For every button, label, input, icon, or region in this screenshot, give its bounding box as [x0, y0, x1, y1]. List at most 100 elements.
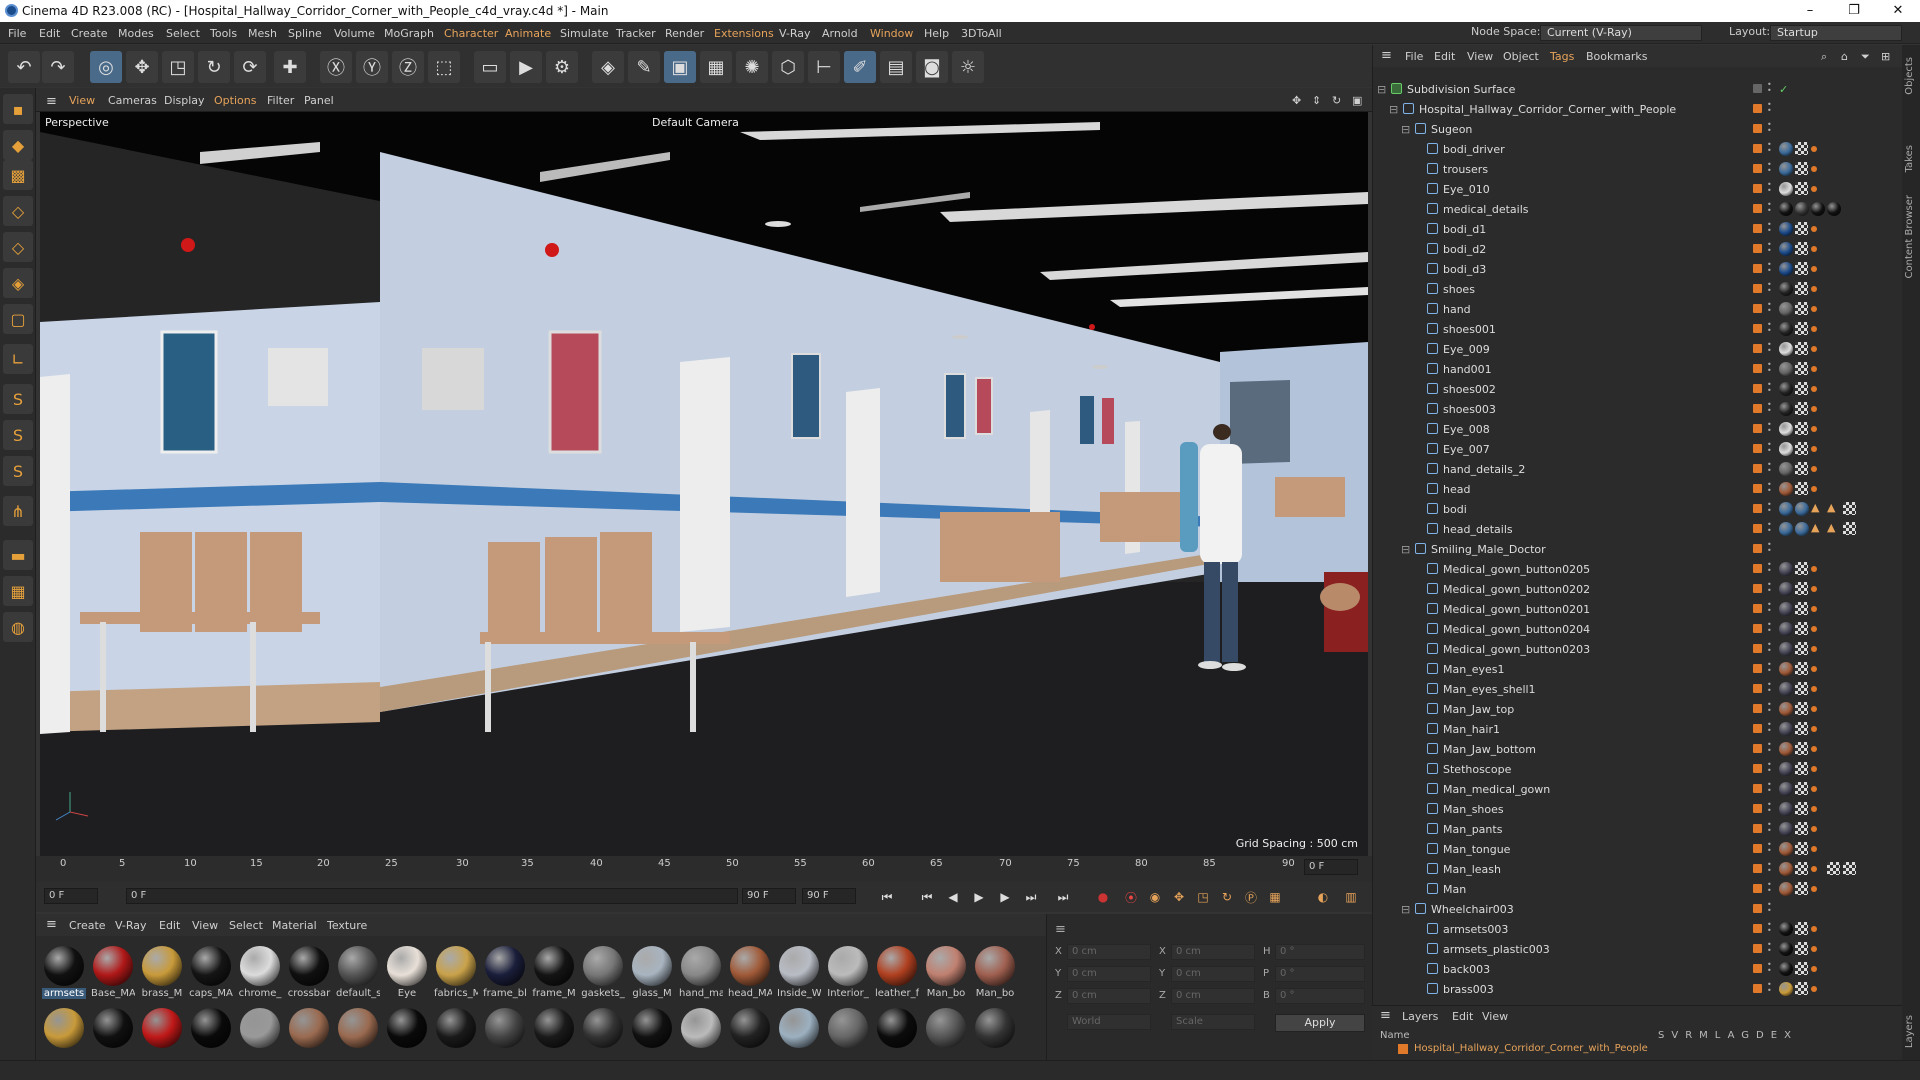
texture-tag-icon[interactable]	[1795, 242, 1808, 255]
vray-tag-icon[interactable]	[1811, 386, 1817, 392]
visibility-dots-icon[interactable]: • •	[1767, 221, 1772, 236]
material-swatch[interactable]: head_MA	[728, 944, 772, 1002]
material-tag-icon[interactable]	[1795, 502, 1809, 516]
vray-tag-icon[interactable]	[1811, 586, 1817, 592]
make-editable-icon[interactable]: ▪	[3, 94, 33, 124]
material-tag-icon[interactable]	[1779, 562, 1793, 576]
material-tag-icon[interactable]	[1779, 882, 1793, 896]
visibility-dots-icon[interactable]: • •	[1767, 981, 1772, 996]
object-row[interactable]: back003 • •	[1373, 959, 1903, 979]
material-tag-icon[interactable]	[1779, 662, 1793, 676]
material-tag-icon[interactable]	[1779, 382, 1793, 396]
visibility-dots-icon[interactable]: • •	[1767, 821, 1772, 836]
visibility-dots-icon[interactable]: • •	[1767, 441, 1772, 456]
material-tag-icon[interactable]	[1779, 722, 1793, 736]
object-row[interactable]: bodi_d1 • •	[1373, 219, 1903, 239]
layer-color-icon[interactable]	[1753, 744, 1762, 753]
render-settings-icon[interactable]: ⚙	[546, 51, 578, 83]
material-swatch[interactable]	[385, 1006, 429, 1064]
workplane-icon[interactable]: ▬	[3, 540, 33, 570]
vray-tag-icon[interactable]	[1811, 866, 1817, 872]
timeline-end-field[interactable]: 0 F	[1304, 859, 1358, 875]
prev-key-icon[interactable]: ⏮	[916, 887, 938, 907]
viewport-rotate-icon[interactable]: ↻	[1332, 94, 1341, 107]
vray-tag-icon[interactable]	[1811, 646, 1817, 652]
object-row[interactable]: Man_eyes_shell1 • •	[1373, 679, 1903, 699]
material-tag-icon[interactable]	[1779, 602, 1793, 616]
visibility-dots-icon[interactable]: • •	[1767, 161, 1772, 176]
material-menu-create[interactable]: Create	[69, 919, 106, 932]
menu-modes[interactable]: Modes	[118, 27, 154, 40]
viewport-move-icon[interactable]: ✥	[1292, 94, 1301, 107]
texture-tag-icon[interactable]	[1795, 642, 1808, 655]
floor-icon[interactable]: ▤	[880, 51, 912, 83]
object-row[interactable]: bodi_d3 • •	[1373, 259, 1903, 279]
visibility-dots-icon[interactable]: • •	[1767, 561, 1772, 576]
material-tag-icon[interactable]	[1779, 462, 1793, 476]
scale-tool-icon[interactable]: ◳	[162, 51, 194, 83]
object-menu-view[interactable]: View	[1467, 50, 1493, 63]
material-menu-material[interactable]: Material	[272, 919, 317, 932]
layer-color-icon[interactable]	[1753, 344, 1762, 353]
object-row[interactable]: Medical_gown_button0201 • •	[1373, 599, 1903, 619]
visibility-dots-icon[interactable]: • •	[1767, 421, 1772, 436]
material-tag-icon[interactable]	[1779, 802, 1793, 816]
menu-create[interactable]: Create	[71, 27, 108, 40]
layout-dropdown[interactable]: Startup	[1770, 25, 1902, 41]
material-tag-icon[interactable]	[1779, 922, 1793, 936]
visibility-dots-icon[interactable]: • •	[1767, 801, 1772, 816]
layer-color-icon[interactable]	[1753, 524, 1762, 533]
material-tag-icon[interactable]	[1779, 842, 1793, 856]
visibility-dots-icon[interactable]: • •	[1767, 401, 1772, 416]
menu-simulate[interactable]: Simulate	[560, 27, 609, 40]
create-null-icon[interactable]: ✚	[274, 51, 306, 83]
material-tag-icon[interactable]	[1779, 522, 1793, 536]
visibility-dots-icon[interactable]: • •	[1767, 81, 1772, 96]
coordinate-system-icon[interactable]: ⬚	[428, 51, 460, 83]
texture-tag-icon[interactable]	[1795, 782, 1808, 795]
preview-end-field[interactable]: 90 F	[802, 888, 856, 904]
layer-color-icon[interactable]	[1753, 904, 1762, 913]
visibility-dots-icon[interactable]: • •	[1767, 341, 1772, 356]
live-selection-icon[interactable]: ◎	[90, 51, 122, 83]
material-menu-view[interactable]: View	[192, 919, 218, 932]
scale-mode-dropdown[interactable]: Scale	[1171, 1014, 1255, 1030]
material-tag-icon[interactable]	[1779, 962, 1793, 976]
layer-color-icon[interactable]	[1753, 304, 1762, 313]
visibility-dots-icon[interactable]: • •	[1767, 921, 1772, 936]
visibility-dots-icon[interactable]: • •	[1767, 941, 1772, 956]
object-row[interactable]: ⊟ Hospital_Hallway_Corridor_Corner_with_P…	[1373, 99, 1903, 119]
material-swatch[interactable]	[777, 1006, 821, 1064]
visibility-dots-icon[interactable]: • •	[1767, 521, 1772, 536]
material-swatch[interactable]: Eye	[385, 944, 429, 1002]
material-swatch[interactable]: leather_f	[875, 944, 919, 1002]
layers-hamburger-icon[interactable]: ≡	[1380, 1008, 1391, 1023]
node-space-dropdown[interactable]: Current (V-Ray)	[1540, 25, 1702, 41]
menu-edit[interactable]: Edit	[39, 27, 60, 40]
texture-tag-icon[interactable]	[1795, 762, 1808, 775]
magnet-icon[interactable]: ⋔	[3, 496, 33, 526]
go-to-end-icon[interactable]: ⏭	[1052, 887, 1074, 907]
layer-color-icon[interactable]	[1753, 924, 1762, 933]
pen-spline-icon[interactable]: ✎	[628, 51, 660, 83]
object-row[interactable]: head_details • • ▲ ▲	[1373, 519, 1903, 539]
vray-tag-icon[interactable]	[1811, 346, 1817, 352]
visibility-dots-icon[interactable]: • •	[1767, 661, 1772, 676]
layer-color-icon[interactable]	[1753, 324, 1762, 333]
z-axis-icon[interactable]: Ⓩ	[392, 51, 424, 83]
vray-tag-icon[interactable]	[1811, 146, 1817, 152]
object-row[interactable]: Man_tongue • •	[1373, 839, 1903, 859]
layer-color-icon[interactable]	[1753, 504, 1762, 513]
vray-tag-icon[interactable]	[1811, 806, 1817, 812]
layer-color-icon[interactable]	[1753, 244, 1762, 253]
vray-tag-icon[interactable]	[1811, 326, 1817, 332]
object-menu-tags[interactable]: Tags	[1550, 50, 1574, 63]
key-pla-icon[interactable]: ▦	[1264, 887, 1286, 907]
material-swatch[interactable]	[630, 1006, 674, 1064]
menu-character[interactable]: Character	[444, 27, 498, 40]
visibility-dots-icon[interactable]: • •	[1767, 261, 1772, 276]
vray-tag-icon[interactable]	[1811, 766, 1817, 772]
layer-color-icon[interactable]	[1753, 684, 1762, 693]
menu-help[interactable]: Help	[924, 27, 949, 40]
size-z-field[interactable]: 0 cm	[1171, 988, 1255, 1004]
